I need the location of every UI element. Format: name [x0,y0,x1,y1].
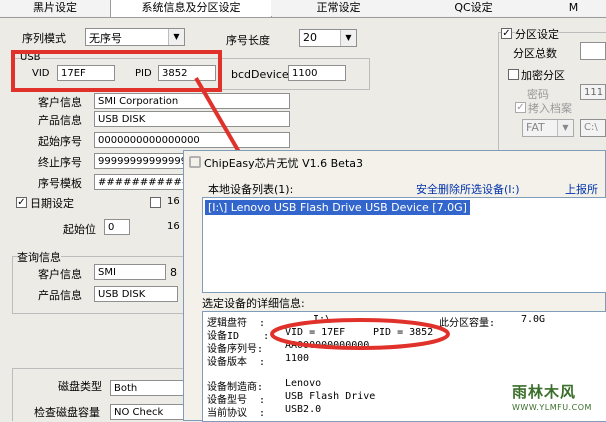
watermark-url: WWW.YLMFU.COM [512,403,592,412]
watermark: 雨林木风 WWW.YLMFU.COM [508,379,604,419]
annotation-ellipse [270,318,450,350]
watermark-brand: 雨林木风 [512,383,577,401]
vid-pid-highlight-ellipse [270,318,450,350]
